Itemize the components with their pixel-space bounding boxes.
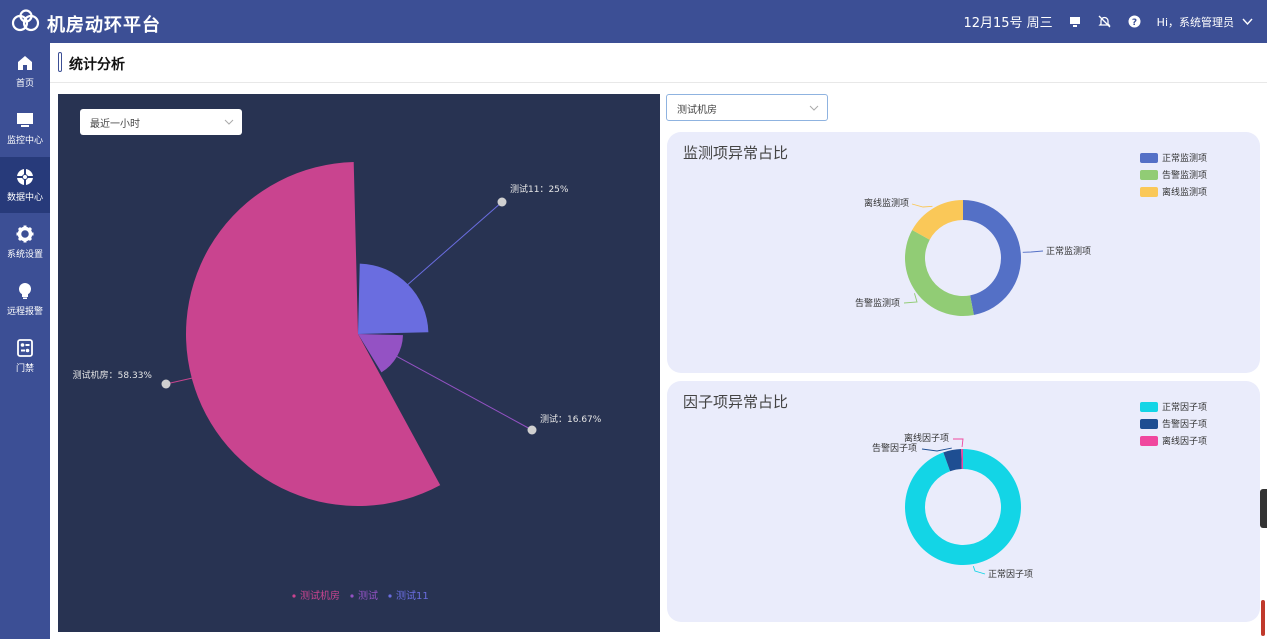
- legend-label: 正常监测项: [1162, 154, 1208, 164]
- legend-swatch: [1140, 401, 1158, 412]
- legend-label: 告警监测项: [1162, 171, 1208, 181]
- sidebar-item-label: 首页: [15, 78, 34, 89]
- slice-label: 测试：16.67%: [540, 413, 602, 425]
- sidebar-item-monitor[interactable]: 监控中心: [0, 100, 50, 156]
- leader-line: [911, 203, 933, 208]
- slice-label: 测试机房：58.33%: [73, 369, 153, 381]
- title-accent: [58, 52, 62, 72]
- monitor-icon[interactable]: [1067, 14, 1083, 30]
- card-title: 监测项异常占比: [683, 144, 789, 162]
- card-title: 因子项异常占比: [683, 393, 789, 411]
- leader-line: [953, 438, 964, 448]
- legend-label: 离线监测项: [1162, 188, 1208, 198]
- monitor-ratio-card: 正常监测项 告警监测项 离线监测项 监测项异常占比 正常监测项 告警监测项 离线监测…: [667, 132, 1260, 373]
- time-range-select[interactable]: 最近一小时: [80, 109, 242, 135]
- page-title: 统计分析: [69, 57, 125, 73]
- legend-swatch: [1140, 186, 1158, 197]
- legend-swatch: [1140, 418, 1158, 429]
- legend-item[interactable]: 正常监测项: [1140, 149, 1207, 166]
- legend-label: 离线因子项: [1162, 437, 1208, 447]
- logo-icon: [11, 9, 40, 32]
- chevron-down-icon: [1242, 18, 1253, 25]
- legend-dot: [350, 594, 354, 598]
- content-header: 统计分析: [50, 43, 1267, 83]
- sidebar-item-label: 监控中心: [6, 135, 43, 146]
- room-select-value: 测试机房: [677, 105, 717, 116]
- user-menu[interactable]: Hi，系统管理员: [1157, 14, 1253, 30]
- app-title: 机房动环平台: [47, 15, 161, 36]
- svg-text:?: ?: [1132, 18, 1137, 28]
- legend-dot: [292, 594, 296, 598]
- sidebar-item-label: 系统设置: [6, 249, 43, 260]
- bulb-icon: [19, 282, 31, 299]
- legend-item[interactable]: 离线因子项: [1140, 432, 1207, 449]
- legend-label[interactable]: 测试: [358, 589, 378, 602]
- legend-item[interactable]: 离线监测项: [1140, 183, 1207, 200]
- legend-label: 正常因子项: [1162, 403, 1208, 413]
- rose-slice[interactable]: [358, 263, 429, 334]
- legend-label[interactable]: 测试11: [396, 589, 429, 602]
- legend-swatch: [1140, 169, 1158, 180]
- leader-line: [1022, 250, 1044, 253]
- slice-label: 离线因子项: [904, 432, 949, 444]
- sidebar-item-home[interactable]: 首页: [0, 43, 50, 99]
- sidebar-item-settings[interactable]: 系统设置: [0, 214, 50, 270]
- room-select[interactable]: 测试机房: [666, 94, 828, 121]
- legend-swatch: [1140, 152, 1158, 163]
- help-icon[interactable]: ?: [1127, 14, 1143, 30]
- leader-line: [903, 293, 918, 304]
- sidebar-item-alarm[interactable]: 远程报警: [0, 271, 50, 327]
- legend: 正常监测项 告警监测项 离线监测项: [1140, 149, 1207, 200]
- top-bar: 机房动环平台 12月15号 周三 ? Hi，系统管理员: [0, 0, 1267, 43]
- label-dot: [527, 425, 537, 435]
- sidebar-item-label: 远程报警: [6, 306, 43, 317]
- legend-dot: [388, 594, 392, 598]
- user-greeting: Hi，系统管理员: [1156, 15, 1234, 29]
- sidebar: 首页 监控中心 数据中心 系统设置 远程报警 门禁: [0, 43, 50, 639]
- legend-item[interactable]: 告警监测项: [1140, 166, 1207, 183]
- leader-line: [404, 201, 503, 288]
- label-dot: [161, 379, 171, 389]
- leader-line: [921, 447, 952, 452]
- monitor-icon: [17, 112, 33, 127]
- home-icon: [18, 55, 32, 70]
- bell-off-icon[interactable]: [1097, 14, 1113, 30]
- rose-chart: 测试11：25% 测试：16.67% 测试机房：58.33% 测试机房 测试 测试11: [73, 162, 602, 602]
- factor-ratio-card: 正常因子项 告警因子项 离线因子项 因子项异常占比 正常因子项 告警因子项 离线因子…: [667, 381, 1260, 622]
- legend-item[interactable]: 正常因子项: [1140, 398, 1207, 415]
- slice-label: 测试11：25%: [510, 183, 569, 195]
- sidebar-item-data[interactable]: 数据中心: [0, 157, 50, 213]
- side-scroll-handle[interactable]: [1260, 489, 1267, 528]
- donut-slice[interactable]: [905, 230, 974, 316]
- slice-label: 离线监测项: [864, 197, 909, 209]
- rose-slice[interactable]: [185, 162, 441, 507]
- date-display: 12月15号 周三: [963, 16, 1053, 31]
- time-range-value: 最近一小时: [90, 119, 140, 130]
- legend-label[interactable]: 测试机房: [300, 589, 340, 602]
- chevron-down-icon: [224, 119, 234, 125]
- legend-item[interactable]: 告警因子项: [1140, 415, 1207, 432]
- slice-label: 正常因子项: [988, 568, 1033, 580]
- gear-icon: [16, 225, 34, 242]
- slice-label: 正常监测项: [1046, 245, 1091, 257]
- donut-slice[interactable]: [963, 200, 1021, 315]
- distribution-panel: 测试11：25% 测试：16.67% 测试机房：58.33% 测试机房 测试 测试11 最…: [58, 94, 660, 632]
- sidebar-item-label: 门禁: [15, 363, 34, 374]
- label-dot: [497, 197, 507, 207]
- chevron-down-icon: [809, 105, 819, 111]
- leader-line: [972, 565, 986, 575]
- scrollbar-thumb[interactable]: [1261, 600, 1265, 636]
- sidebar-item-label: 数据中心: [6, 192, 43, 203]
- access-icon: [17, 338, 33, 357]
- data-icon: [17, 168, 33, 185]
- legend: 正常因子项 告警因子项 离线因子项: [1140, 398, 1207, 449]
- legend-swatch: [1140, 435, 1158, 446]
- leader-line: [394, 354, 533, 431]
- slice-label: 告警监测项: [855, 297, 900, 309]
- legend-label: 告警因子项: [1162, 420, 1208, 430]
- sidebar-item-access[interactable]: 门禁: [0, 328, 50, 384]
